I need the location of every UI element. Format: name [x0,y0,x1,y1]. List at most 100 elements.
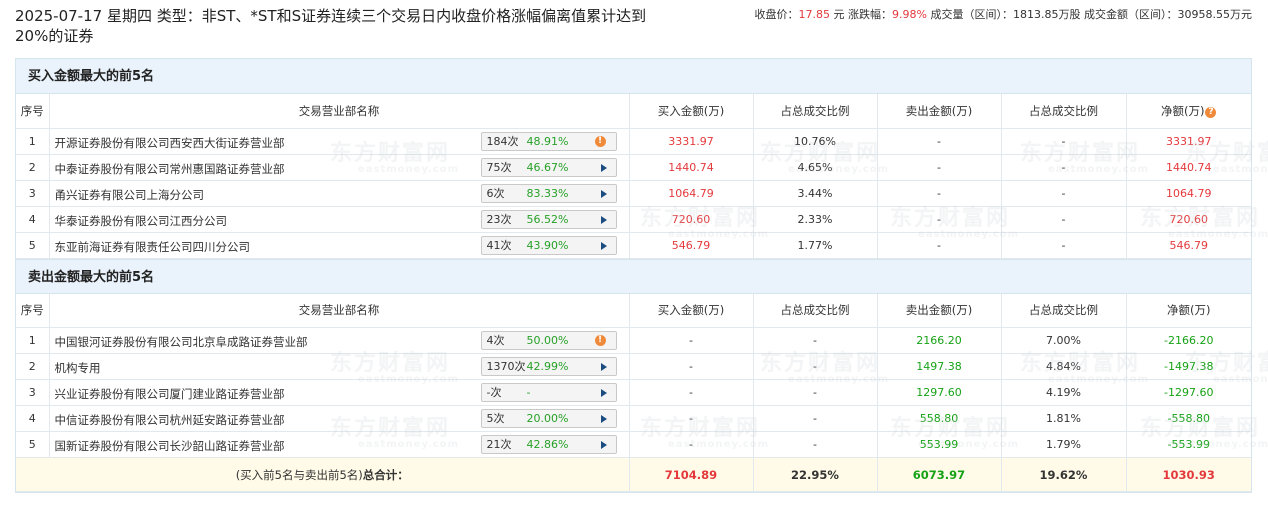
page-title: 2025-07-17 星期四 类型：非ST、*ST和S证券连续三个交易日内收盘价… [15,7,647,45]
history-count: 5次 [486,412,505,425]
broker-cell: 开源证券股份有限公司西安西大街证券营业部 184次 48.91%! [48,127,630,155]
history-chip[interactable]: 75次 46.67% [480,157,617,177]
col-name: 交易营业部名称 [48,293,630,328]
table-row: 1 中国银河证券股份有限公司北京阜成路证券营业部 4次 50.00%! - -2166.2… [16,327,1251,354]
broker-name[interactable]: 兴业证券股份有限公司厦门建业路证券营业部 [55,386,285,402]
net-amount: -1297.60 [1125,379,1251,406]
broker-name[interactable]: 华泰证券股份有限公司江西分公司 [55,213,228,229]
history-count: -次 [486,386,502,399]
sell-amount: - [876,231,1002,259]
col-sell: 卖出金额(万) [876,293,1002,328]
sell-ratio: 1.81% [1000,405,1127,432]
arrow-icon[interactable] [600,163,607,172]
broker-name[interactable]: 中信证券股份有限公司杭州延安路证券营业部 [55,412,285,428]
buy-column-header: 序号 交易营业部名称 买入金额(万) 占总成交比例 卖出金额(万) 占总成交比例… [16,94,1251,129]
history-chip[interactable]: 184次 48.91%! [480,131,617,151]
col-net: 净额(万) [1125,293,1251,328]
history-chip[interactable]: 1370次42.99% [480,357,617,376]
history-rate: 46.67% [526,160,569,174]
table-row: 4 华泰证券股份有限公司江西分公司 23次 56.52% 720.60 2.33% - -72… [16,205,1251,233]
net-amount: 546.79 [1125,231,1251,259]
warning-icon[interactable]: ! [594,335,606,346]
history-rate: 83.33% [526,186,569,200]
broker-name[interactable]: 东亚前海证券有限责任公司四川分公司 [55,239,251,255]
history-chip[interactable]: 4次 50.00%! [480,331,617,350]
buy-ratio: - [752,353,878,380]
buy-amount: - [628,405,754,432]
table-row: 2 中泰证券股份有限公司常州惠国路证券营业部 75次 46.67% 1440.74 4.6… [16,153,1251,181]
sell-amount: 1297.60 [876,379,1002,406]
row-seq: 5 [16,431,50,458]
broker-name[interactable]: 国新证券股份有限公司长沙韶山路证券营业部 [55,438,285,454]
arrow-icon[interactable] [600,363,607,371]
buy-ratio: 10.76% [752,127,878,155]
history-chip[interactable]: 41次 43.90% [480,235,617,255]
turnover-value: 30958.55万元 [1177,8,1253,21]
net-amount: -553.99 [1125,431,1251,458]
history-chip[interactable]: 6次 83.33% [480,183,617,203]
arrow-icon[interactable] [600,415,607,423]
buy-amount: 546.79 [628,231,754,259]
warning-icon[interactable]: ! [594,135,606,147]
sell-amount: 2166.20 [876,327,1002,354]
history-rate: 56.52% [526,212,569,226]
row-seq: 3 [16,379,50,406]
broker-cell: 机构专用 1370次42.99% [48,353,630,380]
col-sell-pct: 占总成交比例 [1000,293,1127,328]
row-seq: 2 [16,153,50,181]
buy-ratio: - [752,431,878,458]
broker-name[interactable]: 开源证券股份有限公司西安西大街证券营业部 [55,135,285,151]
row-seq: 2 [16,353,50,380]
arrow-icon[interactable] [600,189,607,198]
buy-amount: - [628,379,754,406]
total-buy: 7104.89 [628,457,754,492]
broker-name[interactable]: 机构专用 [55,360,101,376]
history-chip[interactable]: -次 - [480,383,617,402]
buy-ratio: - [752,327,878,354]
volume-value: 1813.85万股 [1013,8,1081,21]
broker-cell: 国新证券股份有限公司长沙韶山路证券营业部 21次 42.86% [48,431,630,458]
total-buy-pct: 22.95% [752,457,878,492]
history-count: 184次 [486,134,519,148]
broker-name[interactable]: 中国银河证券股份有限公司北京阜成路证券营业部 [55,334,308,350]
arrow-icon[interactable] [600,241,607,250]
buy-amount: 1440.74 [628,153,754,181]
table-row: 2 机构专用 1370次42.99% - -1497.38 4.84% -1497.38 [16,353,1251,380]
arrow-icon[interactable] [600,441,607,449]
arrow-icon[interactable] [600,215,607,224]
buy-amount: 1064.79 [628,179,754,207]
arrow-icon[interactable] [600,389,607,397]
sell-ratio: - [1000,205,1127,233]
net-amount: -1497.38 [1125,353,1251,380]
buy-ratio: 4.65% [752,153,878,181]
row-seq: 1 [16,327,50,354]
total-sell-pct: 19.62% [1000,457,1127,492]
net-amount: 3331.97 [1125,127,1251,155]
col-seq: 序号 [16,94,50,129]
sell-ratio: - [1000,179,1127,207]
sell-ratio: - [1000,231,1127,259]
table-row: 1 开源证券股份有限公司西安西大街证券营业部 184次 48.91%! 3331.97 1… [16,127,1251,155]
net-amount: -2166.20 [1125,327,1251,354]
col-buy-pct: 占总成交比例 [752,293,878,328]
col-buy: 买入金额(万) [628,293,754,328]
buy-ratio: 3.44% [752,179,878,207]
buy-section-title: 买入金额最大的前5名 [16,59,1251,94]
history-chip[interactable]: 5次 20.00% [480,409,617,428]
history-chip[interactable]: 21次 42.86% [480,435,617,454]
broker-name[interactable]: 甬兴证券有限公司上海分公司 [55,187,205,203]
help-icon[interactable]: ? [1205,106,1217,118]
history-count: 41次 [486,238,512,252]
sell-ratio: 7.00% [1000,327,1127,354]
broker-name[interactable]: 中泰证券股份有限公司常州惠国路证券营业部 [55,161,285,177]
sell-column-header: 序号 交易营业部名称 买入金额(万) 占总成交比例 卖出金额(万) 占总成交比例… [16,293,1251,328]
history-rate: 50.00% [526,334,569,347]
dragon-tiger-panel: 买入金额最大的前5名 序号 交易营业部名称 买入金额(万) 占总成交比例 卖出金… [15,58,1252,493]
sell-ratio: 4.84% [1000,353,1127,380]
history-chip[interactable]: 23次 56.52% [480,209,617,229]
broker-cell: 东亚前海证券有限责任公司四川分公司 41次 43.90% [48,231,630,259]
history-rate: 42.99% [526,360,569,373]
buy-ratio: 2.33% [752,205,878,233]
broker-cell: 中信证券股份有限公司杭州延安路证券营业部 5次 20.00% [48,405,630,432]
quote-stats: 收盘价：17.85 元 涨跌幅：9.98% 成交量（区间）：1813.85万股 … [755,7,1252,23]
